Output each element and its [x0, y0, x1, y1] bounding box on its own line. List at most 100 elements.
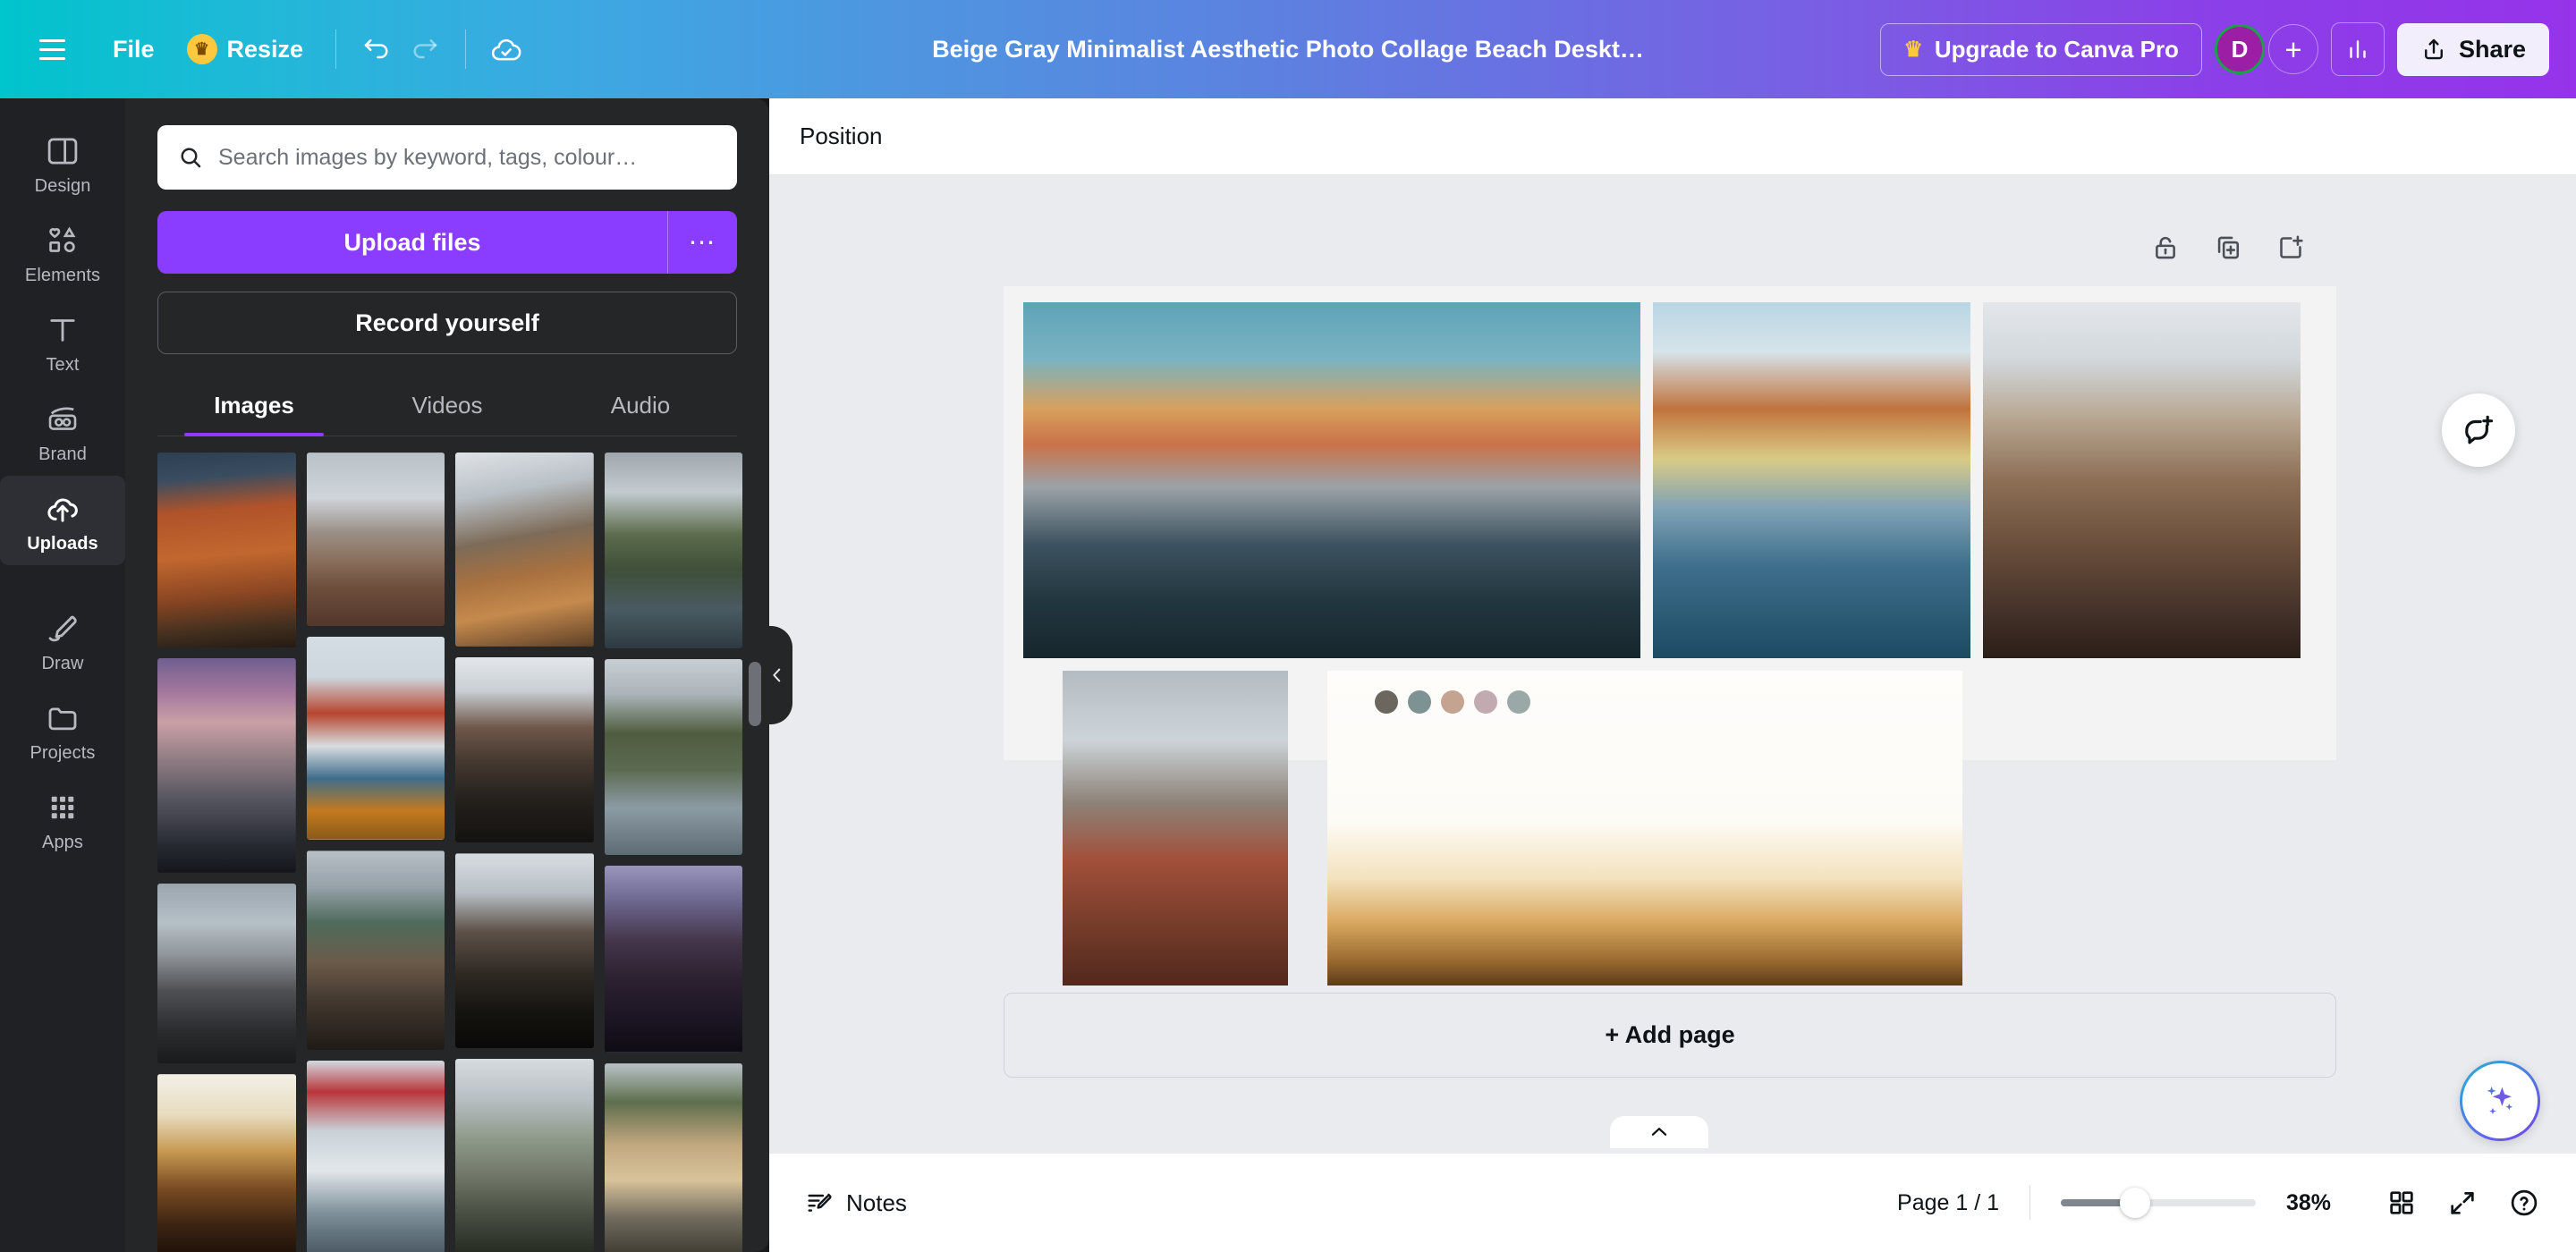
collage-colour-swatches: [1375, 690, 1530, 714]
uploads-grid-column: [455, 453, 594, 1252]
search-input[interactable]: [218, 144, 717, 171]
insights-button[interactable]: [2330, 22, 2385, 76]
sidebar-item-label: Projects: [30, 743, 96, 763]
swatch-tan[interactable]: [1441, 690, 1464, 714]
page-indicator[interactable]: Page 1 / 1: [1897, 1190, 1999, 1216]
share-button[interactable]: Share: [2396, 22, 2549, 76]
upload-files-button[interactable]: Upload files: [157, 211, 667, 274]
uploads-grid-column: [306, 453, 445, 1252]
search-box[interactable]: [157, 125, 737, 190]
upload-thumbnail-woman-coat-canal-view[interactable]: [604, 1062, 742, 1252]
record-yourself-button[interactable]: Record yourself: [157, 292, 737, 354]
collage-photo-street-bicycles-crowd[interactable]: [1983, 302, 2301, 658]
upload-thumbnail-golden-sunset-spire[interactable]: [157, 1073, 296, 1252]
help-circle-icon[interactable]: [2508, 1187, 2540, 1219]
sidebar-item-label: Text: [46, 355, 80, 375]
tab-images[interactable]: Images: [157, 379, 351, 436]
upload-thumbnail-narrow-street-green-spire[interactable]: [306, 850, 445, 1051]
document-title[interactable]: Beige Gray Minimalist Aesthetic Photo Co…: [932, 36, 1644, 63]
uploads-grid-column: [604, 453, 742, 1252]
header-right-group: ♛ Upgrade to Canva Pro D + Share: [1880, 22, 2576, 76]
notes-button[interactable]: Notes: [805, 1189, 907, 1217]
sidebar-item-projects[interactable]: Projects: [0, 685, 125, 774]
resize-button[interactable]: ♛ Resize: [171, 23, 320, 75]
swatch-mauve[interactable]: [1474, 690, 1497, 714]
upload-thumbnail-ferry-boat-harbour[interactable]: [306, 1061, 445, 1252]
sidebar-item-draw[interactable]: Draw: [0, 596, 125, 685]
upload-thumbnail-orange-townhouse-corner[interactable]: [157, 453, 296, 648]
upload-thumbnail-canal-boat-autumn-trees[interactable]: [604, 659, 742, 856]
upload-thumbnail-amsterdam-canal-trees[interactable]: [604, 453, 742, 649]
hamburger-icon[interactable]: [30, 28, 73, 71]
sidebar-item-text[interactable]: Text: [0, 297, 125, 386]
upload-arrow-icon: [2425, 38, 2443, 60]
collage-photo-golden-hour-church-spire[interactable]: [1327, 671, 1962, 986]
upload-thumbnail-dark-canal-gabled-houses[interactable]: [455, 852, 594, 1049]
collage-photo-nyhavn-harbour-wide[interactable]: [1023, 302, 1640, 658]
collapse-pages-button[interactable]: [1610, 1116, 1708, 1148]
position-toolbar: Position: [769, 98, 2576, 175]
add-comment-button[interactable]: [2442, 393, 2515, 467]
add-page-button[interactable]: + Add page: [1004, 993, 2336, 1078]
uploads-grid-column: [157, 453, 296, 1252]
expand-icon[interactable]: [2447, 1188, 2478, 1218]
crown-icon: ♛: [186, 34, 217, 64]
collage-photo-copenhagen-rooftops-tall[interactable]: [1063, 671, 1288, 986]
upgrade-label: Upgrade to Canva Pro: [1934, 35, 2179, 63]
sidebar-item-uploads[interactable]: Uploads: [0, 476, 125, 565]
add-person-icon[interactable]: +: [2267, 24, 2318, 74]
upload-thumbnail-nyhavn-autumn-flowers[interactable]: [306, 637, 445, 840]
upload-thumbnail-cafe-window-brunch[interactable]: [455, 453, 594, 647]
bottom-toolbar: Notes Page 1 / 1 38%: [769, 1154, 2576, 1252]
sidebar-item-label: Apps: [42, 833, 83, 852]
sidebar-item-elements[interactable]: Elements: [0, 207, 125, 297]
sidebar-item-design[interactable]: Design: [0, 118, 125, 207]
upload-files-label: Upload files: [343, 228, 481, 256]
swatch-charcoal[interactable]: [1375, 690, 1398, 714]
design-page-canvas[interactable]: [1004, 286, 2336, 986]
swatch-sage[interactable]: [1408, 690, 1431, 714]
upload-thumbnail-spire-tower-skyline[interactable]: [157, 883, 296, 1063]
sidebar-item-label: Draw: [41, 654, 84, 673]
upload-thumbnail-amsterdam-night-reflection[interactable]: [604, 866, 742, 1053]
magic-studio-button[interactable]: [2460, 1061, 2540, 1141]
app-header: File ♛ Resize Beige Gray Minimalist Aest…: [0, 0, 2576, 98]
upload-thumbnail-canal-houses-overcast[interactable]: [455, 656, 594, 842]
chevron-up-icon: [1651, 1128, 1667, 1136]
upload-files-row: Upload files ⋯: [157, 211, 737, 274]
resize-label: Resize: [226, 35, 304, 63]
zoom-slider-knob[interactable]: [2119, 1188, 2150, 1218]
lock-icon[interactable]: [2150, 233, 2181, 263]
zoom-value[interactable]: 38%: [2286, 1190, 2356, 1216]
sidebar-item-label: Uploads: [27, 534, 98, 554]
redo-icon[interactable]: [401, 25, 449, 73]
sidebar-item-label: Brand: [38, 444, 87, 464]
undo-icon[interactable]: [352, 25, 401, 73]
add-page-icon[interactable]: [2275, 233, 2306, 263]
avatar[interactable]: D: [2214, 24, 2265, 74]
crown-icon: ♛: [1903, 37, 1923, 62]
file-menu-button[interactable]: File: [97, 25, 171, 74]
swatch-bluegrey[interactable]: [1507, 690, 1530, 714]
upload-thumbnail-nyhavn-pink-sunset[interactable]: [157, 658, 296, 873]
zoom-slider[interactable]: [2061, 1188, 2256, 1218]
record-yourself-label: Record yourself: [355, 309, 539, 336]
upload-thumbnail-copenhagen-rooftops-grey[interactable]: [306, 453, 445, 627]
position-tab[interactable]: Position: [800, 123, 883, 150]
tab-audio[interactable]: Audio: [544, 379, 737, 436]
file-menu-label: File: [113, 35, 155, 63]
pen-icon: [48, 615, 77, 642]
tab-videos[interactable]: Videos: [351, 379, 544, 436]
cloud-check-icon[interactable]: [482, 25, 530, 73]
collage-photo-nyhavn-colour-houses[interactable]: [1653, 302, 1970, 658]
sidebar-item-apps[interactable]: Apps: [0, 774, 125, 864]
panel-scrollbar-thumb[interactable]: [749, 662, 761, 726]
grid-view-icon[interactable]: [2386, 1188, 2417, 1218]
ellipsis-icon[interactable]: ⋯: [667, 211, 737, 274]
upgrade-to-pro-button[interactable]: ♛ Upgrade to Canva Pro: [1880, 22, 2202, 76]
upload-thumbnail-canal-bikes-lamppost[interactable]: [455, 1059, 594, 1252]
sidebar-item-brand[interactable]: Brand: [0, 386, 125, 476]
bottom-divider: [2029, 1186, 2030, 1220]
duplicate-page-icon[interactable]: [2213, 233, 2243, 263]
text-t-icon: [50, 319, 75, 342]
